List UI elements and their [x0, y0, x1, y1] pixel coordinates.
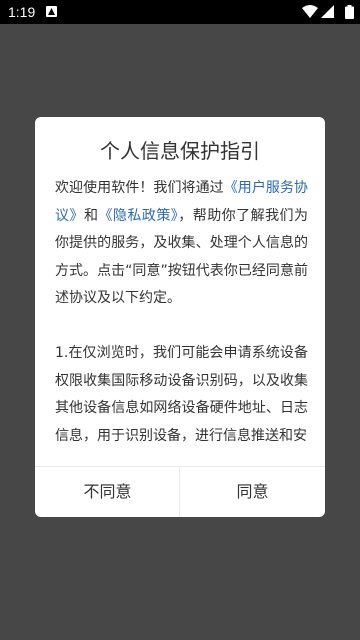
- status-time: 1:19: [8, 4, 36, 20]
- battery-icon: [345, 5, 354, 19]
- terms-paragraph-1: 1.在仅浏览时，我们可能会申请系统设备权限收集国际移动设备识别码，以及收集其他设…: [55, 345, 308, 444]
- app-notification-icon: [46, 6, 57, 17]
- agree-button[interactable]: 同意: [180, 467, 325, 517]
- privacy-policy-link[interactable]: 《隐私政策》: [98, 208, 178, 224]
- cellular-signal-icon: [321, 5, 334, 18]
- dialog-title: 个人信息保护指引: [100, 139, 260, 163]
- wifi-icon: [302, 5, 318, 18]
- disagree-button[interactable]: 不同意: [35, 467, 180, 517]
- intro-text-1: 欢迎使用软件！我们将通过: [55, 180, 224, 196]
- intro-paragraph: 欢迎使用软件！我们将通过《用户服务协议》和《隐私政策》，帮助你了解我们为你提供的…: [55, 175, 308, 313]
- intro-text-2: 和: [83, 207, 99, 224]
- dialog-body[interactable]: 欢迎使用软件！我们将通过《用户服务协议》和《隐私政策》，帮助你了解我们为你提供的…: [55, 175, 308, 465]
- privacy-dialog: 个人信息保护指引 欢迎使用软件！我们将通过《用户服务协议》和《隐私政策》，帮助你…: [35, 117, 325, 517]
- status-bar: 1:19: [0, 0, 360, 24]
